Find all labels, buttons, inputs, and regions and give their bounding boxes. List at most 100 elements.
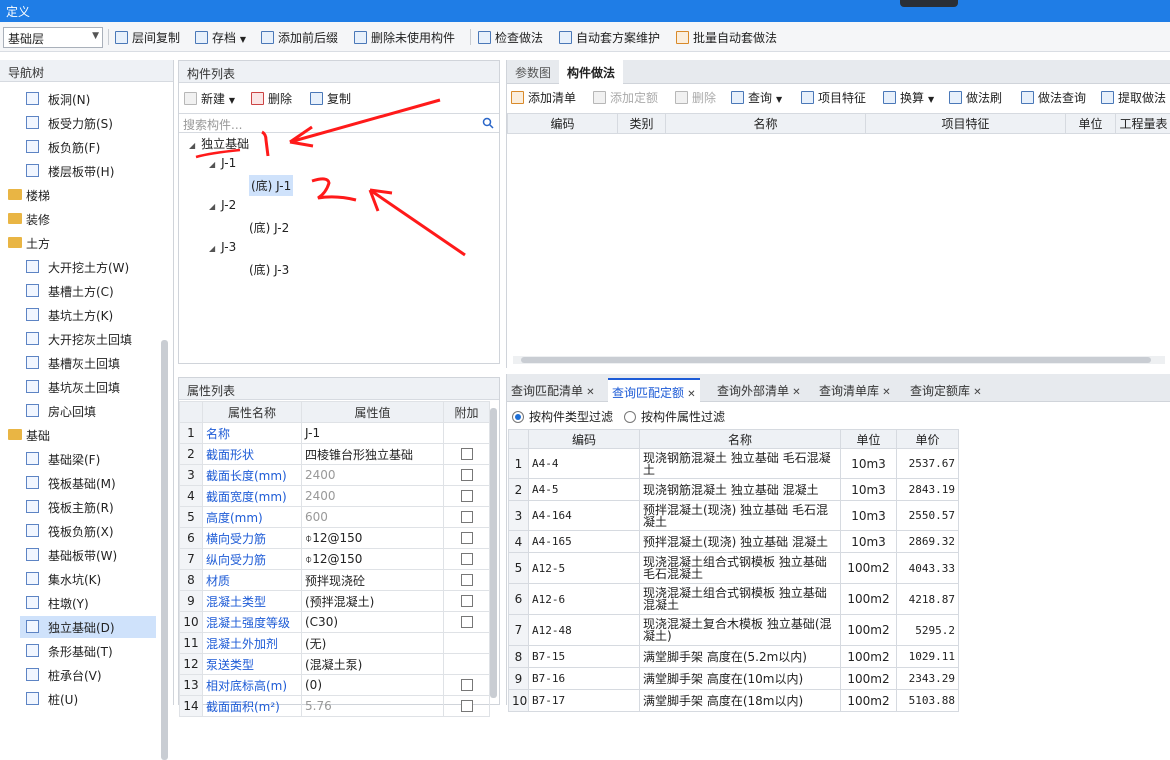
- sidebar-item[interactable]: 桩(U): [20, 688, 156, 710]
- filter-by-attribute-radio[interactable]: 按构件属性过滤: [624, 408, 725, 425]
- quota-row[interactable]: 10B7-17满堂脚手架 高度在(18m以内)100m25103.88: [509, 690, 959, 712]
- property-row[interactable]: 6横向受力筋⌽12@150: [180, 528, 490, 549]
- expand-toggle-icon[interactable]: ◢: [209, 160, 215, 169]
- property-row[interactable]: 10混凝土强度等级(C30): [180, 612, 490, 633]
- quota-row[interactable]: 8B7-15满堂脚手架 高度在(5.2m以内)100m21029.11: [509, 646, 959, 668]
- tree-item[interactable]: ◢J-2: [209, 198, 236, 212]
- property-value[interactable]: J-1: [302, 423, 444, 444]
- extra-checkbox[interactable]: [461, 616, 473, 628]
- expand-toggle-icon[interactable]: ◢: [209, 244, 215, 253]
- delete-method-button[interactable]: 删除: [675, 89, 716, 106]
- filter-by-type-radio[interactable]: 按构件类型过滤: [512, 408, 613, 425]
- extra-checkbox[interactable]: [461, 532, 473, 544]
- property-scrollbar[interactable]: [490, 408, 497, 698]
- property-value[interactable]: (预拌混凝土): [302, 591, 444, 612]
- quota-row[interactable]: 4A4-165预拌混凝土(现浇) 独立基础 混凝土10m32869.32: [509, 531, 959, 553]
- auto-scheme-button[interactable]: 自动套方案维护: [559, 29, 660, 47]
- sidebar-item[interactable]: 集水坑(K): [20, 568, 156, 590]
- property-row[interactable]: 2截面形状四棱锥台形独立基础: [180, 444, 490, 465]
- method-query-button[interactable]: 做法查询: [1021, 89, 1086, 106]
- archive-button[interactable]: 存档 ▼: [195, 29, 246, 47]
- close-icon[interactable]: ✕: [789, 387, 801, 398]
- sidebar-item[interactable]: 基础板带(W): [20, 544, 156, 566]
- delete-component-button[interactable]: 删除: [251, 90, 292, 108]
- add-affix-button[interactable]: 添加前后缀: [261, 29, 338, 47]
- quota-row[interactable]: 1A4-4现浇钢筋混凝土 独立基础 毛石混凝土10m32537.67: [509, 449, 959, 479]
- method-horizontal-scrollbar[interactable]: [513, 356, 1165, 364]
- property-row[interactable]: 7纵向受力筋⌽12@150: [180, 549, 490, 570]
- property-row[interactable]: 1名称J-1: [180, 423, 490, 444]
- item-feature-button[interactable]: 项目特征: [801, 89, 866, 106]
- copy-component-button[interactable]: 复制: [310, 90, 351, 108]
- quota-row[interactable]: 2A4-5现浇钢筋混凝土 独立基础 混凝土10m32843.19: [509, 479, 959, 501]
- sidebar-item[interactable]: 独立基础(D): [20, 616, 156, 638]
- sidebar-item[interactable]: 房心回填: [20, 400, 156, 422]
- property-value[interactable]: (无): [302, 633, 444, 654]
- property-value[interactable]: 600: [302, 507, 444, 528]
- property-value[interactable]: ⌽12@150: [302, 549, 444, 570]
- quota-row[interactable]: 5A12-5现浇混凝土组合式钢模板 独立基础 毛石混凝土100m24043.33: [509, 553, 959, 584]
- property-row[interactable]: 13相对底标高(m)(0): [180, 675, 490, 696]
- sidebar-item[interactable]: 基槽土方(C): [20, 280, 156, 302]
- property-value[interactable]: 预拌现浇砼: [302, 570, 444, 591]
- property-row[interactable]: 12泵送类型(混凝土泵): [180, 654, 490, 675]
- tree-item[interactable]: ◢J-3: [209, 240, 236, 254]
- property-value[interactable]: (混凝土泵): [302, 654, 444, 675]
- close-icon[interactable]: ✕: [684, 389, 696, 400]
- property-value[interactable]: 四棱锥台形独立基础: [302, 444, 444, 465]
- property-value[interactable]: 2400: [302, 486, 444, 507]
- tree-item[interactable]: (底) J-2: [249, 219, 289, 236]
- extra-checkbox[interactable]: [461, 511, 473, 523]
- add-list-button[interactable]: 添加清单: [511, 89, 576, 106]
- sidebar-item[interactable]: 楼层板带(H): [20, 160, 156, 182]
- scrollbar-thumb[interactable]: [521, 357, 1151, 363]
- batch-auto-button[interactable]: 批量自动套做法: [676, 29, 777, 47]
- close-icon[interactable]: ✕: [970, 387, 982, 398]
- add-quota-button[interactable]: 添加定额: [593, 89, 658, 106]
- sidebar-item[interactable]: 柱墩(Y): [20, 592, 156, 614]
- delete-unused-button[interactable]: 删除未使用构件: [354, 29, 455, 47]
- tree-item[interactable]: ◢独立基础: [189, 135, 249, 152]
- tab-query-match-list[interactable]: 查询匹配清单 ✕: [507, 378, 599, 402]
- sidebar-item[interactable]: 桩承台(V): [20, 664, 156, 686]
- property-row[interactable]: 9混凝土类型(预拌混凝土): [180, 591, 490, 612]
- extra-checkbox[interactable]: [461, 553, 473, 565]
- tab-query-quota-library[interactable]: 查询定额库 ✕: [906, 378, 986, 402]
- query-button[interactable]: 查询▼: [731, 89, 782, 106]
- close-icon[interactable]: ✕: [879, 387, 891, 398]
- property-value[interactable]: 5.76: [302, 696, 444, 717]
- property-value[interactable]: 2400: [302, 465, 444, 486]
- tab-query-list-library[interactable]: 查询清单库 ✕: [815, 378, 895, 402]
- extra-checkbox[interactable]: [461, 469, 473, 481]
- new-component-button[interactable]: 新建 ▼: [184, 90, 235, 108]
- property-row[interactable]: 3截面长度(mm)2400: [180, 465, 490, 486]
- sidebar-item[interactable]: 基坑灰土回填: [20, 376, 156, 398]
- search-icon[interactable]: [482, 117, 494, 129]
- quota-row[interactable]: 6A12-6现浇混凝土组合式钢模板 独立基础 混凝土100m24218.87: [509, 584, 959, 615]
- sidebar-item[interactable]: 板受力筋(S): [20, 112, 156, 134]
- property-row[interactable]: 4截面宽度(mm)2400: [180, 486, 490, 507]
- quota-row[interactable]: 9B7-16满堂脚手架 高度在(10m以内)100m22343.29: [509, 668, 959, 690]
- sidebar-item[interactable]: 楼梯: [0, 184, 160, 206]
- copy-between-floors-button[interactable]: 层间复制: [115, 29, 180, 47]
- quota-row[interactable]: 3A4-164预拌混凝土(现浇) 独立基础 毛石混凝土10m32550.57: [509, 501, 959, 531]
- extra-checkbox[interactable]: [461, 679, 473, 691]
- sidebar-item[interactable]: 大开挖灰土回填: [20, 328, 156, 350]
- property-row[interactable]: 14截面面积(m²)5.76: [180, 696, 490, 717]
- sidebar-item[interactable]: 筏板主筋(R): [20, 496, 156, 518]
- property-row[interactable]: 5高度(mm)600: [180, 507, 490, 528]
- tab-parameter-diagram[interactable]: 参数图: [507, 60, 559, 84]
- sidebar-item[interactable]: 筏板基础(M): [20, 472, 156, 494]
- expand-toggle-icon[interactable]: ◢: [189, 141, 195, 150]
- tree-item[interactable]: ◢J-1: [209, 156, 236, 170]
- quota-row[interactable]: 7A12-48现浇混凝土复合木模板 独立基础(混凝土)100m25295.2: [509, 615, 959, 646]
- extra-checkbox[interactable]: [461, 595, 473, 607]
- sidebar-item[interactable]: 基础梁(F): [20, 448, 156, 470]
- property-value[interactable]: ⌽12@150: [302, 528, 444, 549]
- check-method-button[interactable]: 检查做法: [478, 29, 543, 47]
- tab-query-external-list[interactable]: 查询外部清单 ✕: [713, 378, 805, 402]
- property-value[interactable]: (C30): [302, 612, 444, 633]
- component-search-input[interactable]: 搜索构件...: [179, 113, 499, 133]
- sidebar-item[interactable]: 大开挖土方(W): [20, 256, 156, 278]
- property-value[interactable]: (0): [302, 675, 444, 696]
